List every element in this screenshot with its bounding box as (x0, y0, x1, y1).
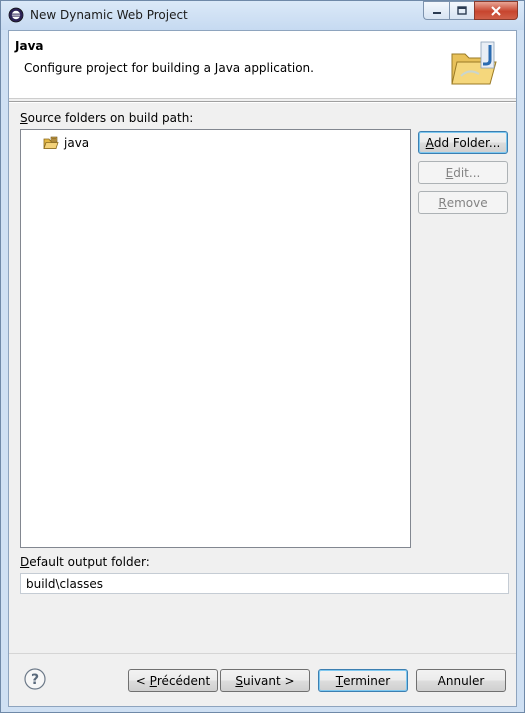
button-label: récédent (156, 673, 211, 688)
mnemonic: A (425, 135, 434, 150)
dialog-window: New Dynamic Web Project Java Configure p… (0, 0, 525, 713)
mnemonic: P (149, 673, 157, 688)
edit-button[interactable]: Edit... (418, 161, 508, 184)
source-folders-tree[interactable]: java (20, 129, 411, 548)
caption-buttons (423, 1, 518, 21)
minimize-button[interactable] (423, 1, 449, 20)
minimize-icon (432, 11, 441, 14)
cancel-button[interactable]: Annuler (416, 669, 506, 692)
eclipse-icon (8, 7, 24, 23)
page-title: Java (15, 39, 44, 53)
default-output-folder-label: Default output folder: (20, 555, 150, 569)
tree-item-label: java (64, 136, 90, 150)
output-folder-field[interactable]: build\classes (20, 573, 509, 594)
mnemonic: E (445, 165, 454, 180)
svg-text:?: ? (31, 672, 39, 688)
mnemonic: D (20, 555, 30, 569)
maximize-button[interactable] (449, 1, 474, 20)
help-icon[interactable]: ? (24, 668, 46, 690)
wizard-banner: Java Configure project for building a Ja… (9, 31, 516, 99)
button-label: emove (446, 195, 488, 210)
mnemonic: R (438, 195, 447, 210)
label-text: efault output folder: (29, 555, 150, 569)
java-folder-icon (451, 41, 497, 85)
mnemonic: S (235, 673, 244, 688)
banner-separator (9, 101, 516, 103)
button-label: dit... (453, 165, 481, 180)
button-label: erminer (343, 673, 391, 688)
label-text: ource folders on build path: (27, 111, 194, 125)
finish-button[interactable]: Terminer (318, 669, 408, 692)
close-button[interactable] (474, 1, 518, 20)
mnemonic: T (335, 673, 344, 688)
back-button[interactable]: < Précédent (128, 669, 218, 692)
page-description: Configure project for building a Java ap… (24, 61, 314, 75)
button-prefix: < (135, 673, 150, 688)
package-folder-icon (43, 136, 59, 149)
button-label: uivant > (243, 673, 295, 688)
add-folder-button[interactable]: Add Folder... (418, 131, 508, 154)
mnemonic: S (20, 111, 28, 125)
next-button[interactable]: Suivant > (220, 669, 310, 692)
source-folders-label: Source folders on build path: (20, 111, 193, 125)
remove-button[interactable]: Remove (418, 191, 508, 214)
maximize-icon (457, 6, 467, 15)
window-title: New Dynamic Web Project (30, 8, 188, 22)
title-bar[interactable]: New Dynamic Web Project (1, 1, 524, 30)
tree-item-java[interactable]: java (43, 134, 89, 152)
button-label: dd Folder... (433, 135, 501, 150)
close-icon (491, 5, 501, 16)
wizard-body: Java Configure project for building a Ja… (8, 30, 517, 707)
footer-separator (9, 653, 516, 654)
